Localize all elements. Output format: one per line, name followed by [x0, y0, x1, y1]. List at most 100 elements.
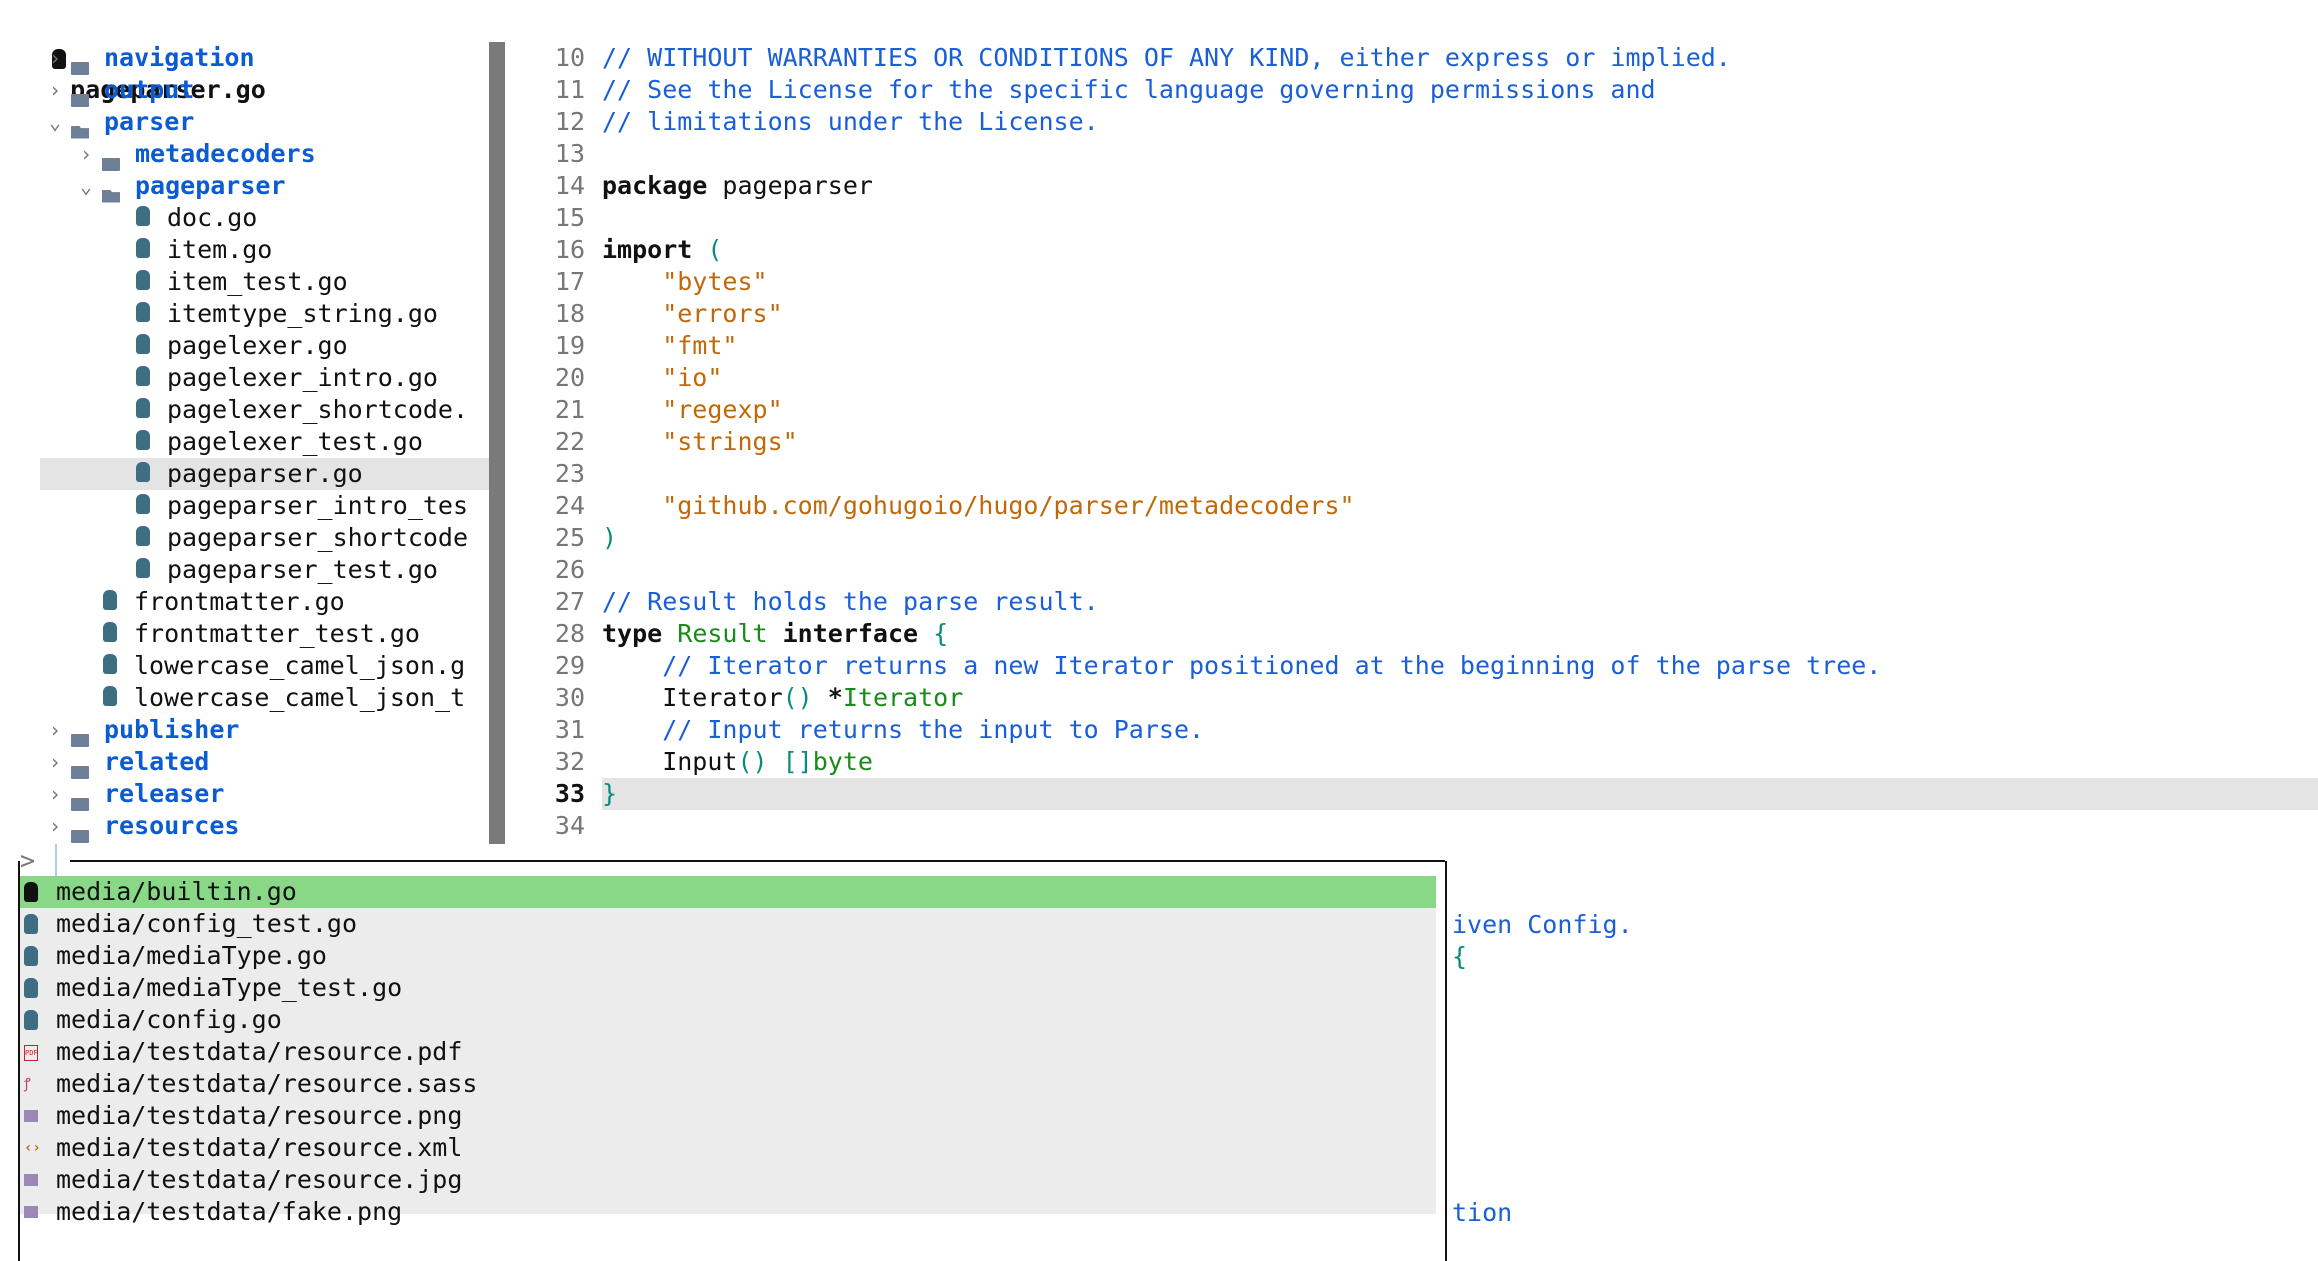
file-name: doc.go [167, 203, 258, 232]
folder-name: releaser [104, 779, 225, 808]
folder-name: parser [104, 107, 195, 136]
code-line[interactable]: "io" [602, 362, 722, 394]
chevron-right-icon[interactable]: › [49, 810, 61, 842]
tree-folder[interactable]: › publisher [0, 714, 489, 747]
code-line[interactable]: "regexp" [602, 394, 782, 426]
tree-file[interactable]: lowercase_camel_json.g [0, 650, 489, 682]
finder-top-border [70, 860, 1445, 862]
tree-folder[interactable]: › related [0, 746, 489, 779]
line-number: 16 [554, 235, 585, 264]
chevron-right-icon[interactable]: › [49, 746, 61, 778]
code-line[interactable]: // See the License for the specific lang… [602, 74, 1656, 106]
code-line[interactable]: // Input returns the input to Parse. [602, 714, 1204, 746]
chevron-right-icon[interactable]: › [49, 714, 61, 746]
line-number: 26 [554, 555, 585, 584]
tree-folder[interactable]: ⌄ pageparser [0, 170, 489, 203]
finder-result-item[interactable]: ‹› media/testdata/resource.xml [20, 1132, 1436, 1164]
tree-file[interactable]: frontmatter.go [0, 586, 489, 618]
tree-file[interactable]: pagelexer_shortcode. [0, 394, 489, 426]
file-name: pageparser_test.go [167, 555, 438, 584]
go-file-icon [136, 494, 150, 514]
code-token: ( [692, 235, 723, 264]
go-file-icon [103, 622, 117, 642]
tree-folder[interactable]: › releaser [0, 778, 489, 811]
code-line[interactable]: // Result holds the parse result. [602, 586, 1099, 618]
code-fragment: tion [1452, 1198, 1513, 1227]
code-token: "github.com/gohugoio/hugo/parser/metadec… [602, 491, 1355, 520]
line-number: 34 [554, 811, 585, 840]
finder-result-item[interactable]: media/builtin.go [20, 876, 1436, 908]
finder-result-item[interactable]: PDF media/testdata/resource.pdf [20, 1036, 1436, 1068]
code-line[interactable]: Input() []byte [602, 746, 873, 778]
finder-result-item[interactable]: media/mediaType.go [20, 940, 1436, 972]
tree-file[interactable]: item_test.go [0, 266, 489, 298]
chevron-right-icon[interactable]: › [80, 138, 92, 170]
finder-result-item[interactable]: ꝭ media/testdata/resource.sass [20, 1068, 1436, 1100]
tree-file[interactable]: pagelexer_intro.go [0, 362, 489, 394]
finder-result-label: media/testdata/resource.pdf [56, 1037, 463, 1066]
go-file-icon [24, 978, 38, 998]
tree-file[interactable]: item.go [0, 234, 489, 266]
finder-input[interactable] [55, 844, 57, 880]
line-number: 32 [554, 747, 585, 776]
code-line[interactable]: // Iterator returns a new Iterator posit… [602, 650, 1881, 682]
code-line[interactable]: Iterator() *Iterator [602, 682, 963, 714]
chevron-right-icon[interactable]: › [49, 778, 61, 810]
tree-file[interactable]: pageparser_test.go [0, 554, 489, 586]
finder-result-label: media/mediaType.go [56, 941, 327, 970]
chevron-right-icon[interactable]: › [49, 42, 61, 74]
finder-result-label: media/mediaType_test.go [56, 973, 403, 1002]
finder-result-item[interactable]: media/testdata/resource.png [20, 1100, 1436, 1132]
code-line[interactable]: "github.com/gohugoio/hugo/parser/metadec… [602, 490, 1355, 522]
code-line[interactable]: "errors" [602, 298, 782, 330]
tree-scrollbar[interactable] [489, 42, 505, 844]
code-token: { [918, 619, 949, 648]
code-line[interactable]: // limitations under the License. [602, 106, 1099, 138]
file-name: pagelexer_shortcode. [167, 395, 469, 424]
code-line[interactable]: import ( [602, 234, 722, 266]
tree-file[interactable]: pageparser_shortcode [0, 522, 489, 554]
tree-file[interactable]: doc.go [0, 202, 489, 234]
file-name: lowercase_camel_json_t [134, 683, 466, 712]
code-line[interactable]: type Result interface { [602, 618, 948, 650]
code-line[interactable]: package pageparser [602, 170, 873, 202]
code-line[interactable]: ) [602, 522, 617, 554]
tree-folder[interactable]: ⌄ parser [0, 106, 489, 139]
tree-folder[interactable]: › output [0, 74, 489, 107]
tree-file[interactable]: lowercase_camel_json_t [0, 682, 489, 714]
finder-result-label: media/config.go [56, 1005, 282, 1034]
file-title: pageparser.go [22, 10, 266, 104]
code-token: } [602, 779, 618, 808]
tree-file[interactable]: pageparser.go [0, 458, 489, 490]
finder-result-item[interactable]: media/config_test.go [20, 908, 1436, 940]
chevron-down-icon[interactable]: ⌄ [49, 106, 61, 138]
finder-result-item[interactable]: media/config.go [20, 1004, 1436, 1036]
folder-open-icon [102, 189, 120, 203]
line-number: 24 [554, 491, 585, 520]
tree-file[interactable]: frontmatter_test.go [0, 618, 489, 650]
code-token: // limitations under the License. [602, 107, 1099, 136]
folder-name: related [104, 747, 210, 776]
folder-name: metadecoders [135, 139, 316, 168]
tree-file[interactable]: pagelexer_test.go [0, 426, 489, 458]
code-line[interactable]: "bytes" [602, 266, 767, 298]
tree-folder[interactable]: › metadecoders [0, 138, 489, 171]
code-line[interactable]: "strings" [602, 426, 797, 458]
line-number: 22 [554, 427, 585, 456]
code-line[interactable]: } [602, 778, 617, 810]
tree-file[interactable]: pagelexer.go [0, 330, 489, 362]
chevron-right-icon[interactable]: › [49, 74, 61, 106]
code-line[interactable]: "fmt" [602, 330, 737, 362]
folder-name: pageparser [135, 171, 286, 200]
finder-result-item[interactable]: media/mediaType_test.go [20, 972, 1436, 1004]
go-file-icon [136, 462, 150, 482]
finder-result-item[interactable]: media/testdata/fake.png [20, 1196, 1436, 1228]
tree-folder[interactable]: › navigation [0, 42, 489, 75]
line-number: 21 [554, 395, 585, 424]
tree-file[interactable]: pageparser_intro_tes [0, 490, 489, 522]
code-line[interactable]: // WITHOUT WARRANTIES OR CONDITIONS OF A… [602, 42, 1731, 74]
tree-file[interactable]: itemtype_string.go [0, 298, 489, 330]
finder-result-item[interactable]: media/testdata/resource.jpg [20, 1164, 1436, 1196]
chevron-down-icon[interactable]: ⌄ [80, 170, 92, 202]
tree-folder[interactable]: › resources [0, 810, 489, 843]
